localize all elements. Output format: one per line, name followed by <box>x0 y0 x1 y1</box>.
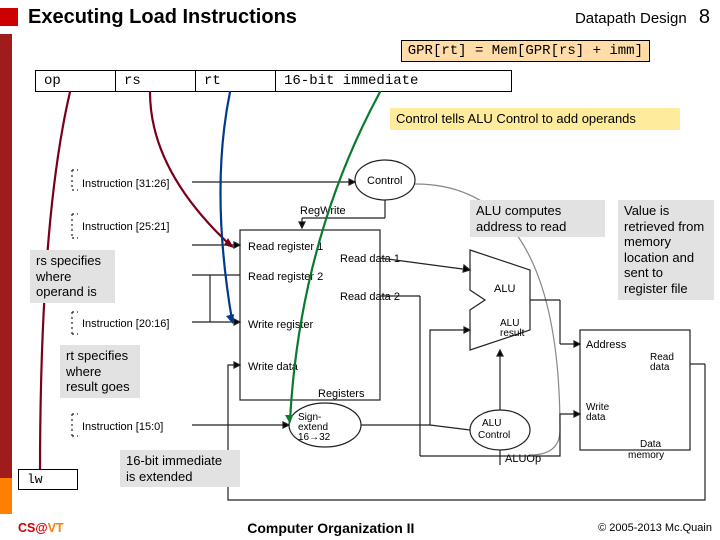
annot-alu: ALU computes address to read <box>470 200 605 237</box>
svg-text:Write register: Write register <box>248 319 314 331</box>
svg-text:Control: Control <box>478 430 510 441</box>
annot-ext: 16-bit immediate is extended <box>120 450 240 487</box>
svg-text:Data: Data <box>640 439 662 450</box>
footer-left: CS@VT <box>18 521 64 535</box>
footer-cs: CS <box>18 521 35 535</box>
svg-text:Address: Address <box>586 339 627 351</box>
footer-at: @ <box>35 521 47 535</box>
svg-text:Instruction [31:26]: Instruction [31:26] <box>82 178 169 190</box>
footer-center: Computer Organization II <box>247 520 414 536</box>
svg-text:Read register 1: Read register 1 <box>248 241 323 253</box>
annot-control: Control tells ALU Control to add operand… <box>390 108 680 130</box>
svg-text:Instruction [15:0]: Instruction [15:0] <box>82 421 163 433</box>
svg-text:Read data 2: Read data 2 <box>340 291 400 303</box>
annot-rs: rs specifies where operand is <box>30 250 115 303</box>
svg-text:ALU: ALU <box>482 418 501 429</box>
footer-right: © 2005-2013 Mc.Quain <box>598 522 712 534</box>
footer-vt: VT <box>48 521 64 535</box>
svg-text:RegWrite: RegWrite <box>300 205 346 217</box>
footer: CS@VT Computer Organization II © 2005-20… <box>0 516 720 540</box>
svg-text:data: data <box>586 412 606 423</box>
svg-text:Instruction [20:16]: Instruction [20:16] <box>82 318 169 330</box>
lw-label: lw <box>18 469 78 490</box>
svg-text:Write data: Write data <box>248 361 299 373</box>
svg-text:ALU: ALU <box>494 283 515 295</box>
svg-text:memory: memory <box>628 450 664 461</box>
svg-text:data: data <box>650 362 670 373</box>
annot-retrieve: Value is retrieved from memory location … <box>618 200 714 300</box>
svg-text:Control: Control <box>367 175 402 187</box>
svg-text:Registers: Registers <box>318 388 365 400</box>
svg-text:Read register 2: Read register 2 <box>248 271 323 283</box>
annot-rt: rt specifies where result goes <box>60 345 140 398</box>
svg-text:Instruction [25:21]: Instruction [25:21] <box>82 221 169 233</box>
svg-text:16→32: 16→32 <box>298 432 331 443</box>
